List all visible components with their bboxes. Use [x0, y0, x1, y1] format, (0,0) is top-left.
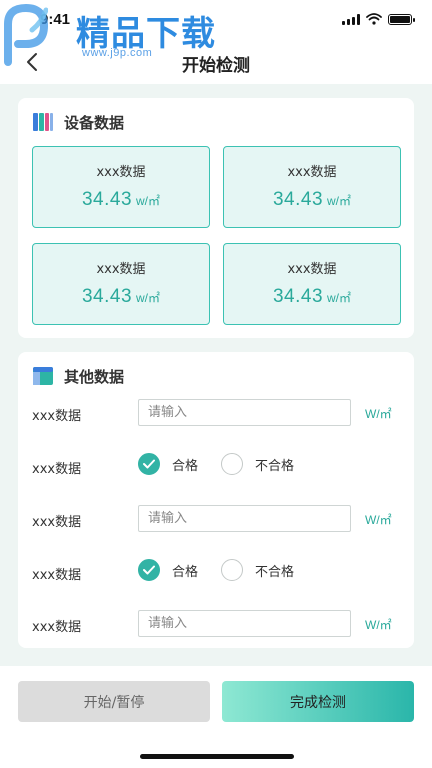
status-icons — [342, 13, 415, 25]
tile-unit: w/㎡ — [327, 291, 352, 305]
pass-radio[interactable]: 合格 — [138, 559, 198, 581]
signal-icon — [342, 13, 360, 25]
device-tile: xxx数据 34.43 w/㎡ — [32, 146, 210, 228]
tile-value: 34.43 — [272, 189, 324, 210]
home-indicator — [140, 754, 294, 759]
tile-value: 34.43 — [81, 286, 133, 307]
input-row: xxx数据 W/㎡ — [18, 503, 414, 535]
radio-empty-icon — [221, 453, 243, 475]
fail-radio[interactable]: 不合格 — [221, 559, 294, 581]
device-tile: xxx数据 34.43 w/㎡ — [32, 243, 210, 325]
tile-unit: w/㎡ — [327, 194, 352, 208]
tile-name: xxx数据 — [96, 165, 146, 180]
check-icon — [138, 453, 160, 475]
watermark-logo-icon — [3, 4, 48, 66]
table-icon — [33, 367, 53, 385]
device-data-title: 设备数据 — [64, 113, 125, 132]
radio-empty-icon — [221, 559, 243, 581]
other-data-header: 其他数据 — [32, 364, 124, 388]
books-icon — [33, 113, 53, 131]
input-row: xxx数据 W/㎡ — [18, 608, 414, 640]
device-data-card: 设备数据 xxx数据 34.43 w/㎡ xxx数据 34.43 w/㎡ xxx数据… — [18, 98, 414, 338]
main-content: 设备数据 xxx数据 34.43 w/㎡ xxx数据 34.43 w/㎡ xxx数据… — [0, 84, 432, 666]
wifi-icon — [366, 13, 382, 25]
data-input[interactable] — [138, 505, 351, 532]
device-tile: xxx数据 34.43 w/㎡ — [223, 146, 401, 228]
bottom-action-bar: 开始/暂停 完成检测 — [0, 666, 432, 768]
data-input[interactable] — [138, 610, 351, 637]
check-icon — [138, 559, 160, 581]
device-tile: xxx数据 34.43 w/㎡ — [223, 243, 401, 325]
tile-name: xxx数据 — [287, 262, 337, 277]
fail-radio[interactable]: 不合格 — [221, 453, 294, 475]
watermark-url: www.j9p.com — [82, 47, 153, 59]
tile-name: xxx数据 — [287, 165, 337, 180]
radio-row: xxx数据 合格 不合格 — [18, 450, 414, 482]
tile-unit: w/㎡ — [136, 291, 161, 305]
battery-icon — [388, 13, 415, 25]
row-label: xxx数据 — [32, 462, 82, 477]
device-data-header: 设备数据 — [32, 110, 124, 134]
tile-value: 34.43 — [81, 189, 133, 210]
tile-name: xxx数据 — [96, 262, 146, 277]
row-unit: W/㎡ — [365, 513, 392, 527]
radio-row: xxx数据 合格 不合格 — [18, 556, 414, 588]
finish-detection-button[interactable]: 完成检测 — [222, 681, 414, 722]
row-unit: W/㎡ — [365, 407, 392, 421]
row-label: xxx数据 — [32, 515, 82, 530]
tile-unit: w/㎡ — [136, 194, 161, 208]
watermark: 精品下载 www.j9p.com — [0, 0, 240, 82]
data-input[interactable] — [138, 399, 351, 426]
row-unit: W/㎡ — [365, 618, 392, 632]
fail-label: 不合格 — [255, 564, 295, 580]
pass-label: 合格 — [172, 458, 199, 474]
start-pause-button[interactable]: 开始/暂停 — [18, 681, 210, 722]
other-data-title: 其他数据 — [64, 367, 125, 386]
input-row: xxx数据 W/㎡ — [18, 397, 414, 429]
pass-radio[interactable]: 合格 — [138, 453, 198, 475]
row-label: xxx数据 — [32, 620, 82, 635]
row-label: xxx数据 — [32, 568, 82, 583]
row-label: xxx数据 — [32, 409, 82, 424]
tile-value: 34.43 — [272, 286, 324, 307]
fail-label: 不合格 — [255, 458, 295, 474]
pass-label: 合格 — [172, 564, 199, 580]
other-data-card: 其他数据 xxx数据 W/㎡ xxx数据 合格 不合格 xxx数据 — [18, 352, 414, 648]
